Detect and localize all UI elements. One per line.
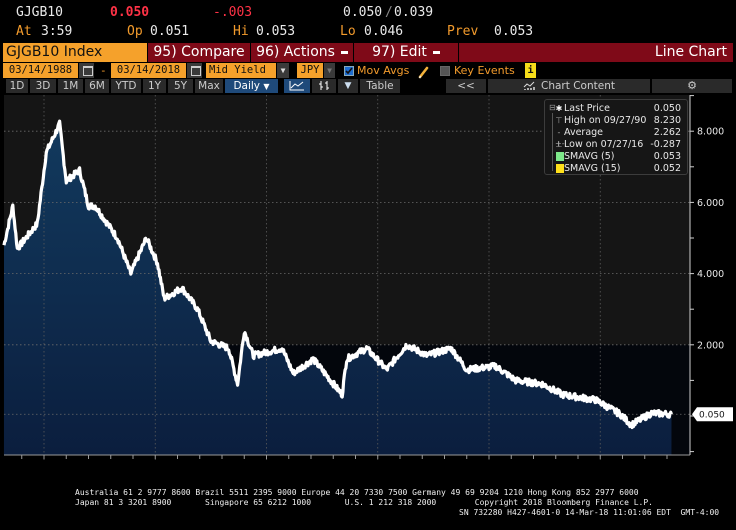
checkmark-icon: [345, 67, 353, 75]
chart-type-title: Line Chart: [459, 43, 733, 62]
y-tick-label: 8.000: [697, 127, 724, 138]
compare-button[interactable]: 95) Compare: [148, 43, 250, 62]
ask-price: 0.039: [394, 5, 434, 20]
chevron-down-icon: [432, 50, 440, 54]
prev-label: Prev: [447, 24, 479, 39]
currency-select[interactable]: JPY: [297, 63, 323, 78]
start-date-input[interactable]: 03/14/1988: [3, 63, 78, 78]
collapse-panel-button[interactable]: <<: [446, 79, 486, 93]
chart-mode-dropdown-icon[interactable]: ▼: [338, 79, 358, 93]
y-tick-label: 2.000: [697, 340, 724, 351]
bid-ask-separator: /: [385, 5, 393, 20]
at-time: 3:59: [41, 24, 73, 39]
y-tick-label: 4.000: [697, 269, 724, 280]
legend-row-high: ⊤ High on 09/27/90 8.230: [545, 115, 685, 126]
period-1d-button[interactable]: 1D: [6, 79, 28, 93]
field-select[interactable]: Mid Yield: [206, 63, 276, 78]
high-value: 0.053: [256, 24, 296, 39]
green-swatch-icon: [556, 152, 564, 161]
legend-row-smavg-15[interactable]: SMAVG (15) 0.052: [545, 163, 685, 174]
legend-label: SMAVG (5): [564, 151, 615, 162]
open-label: Op: [127, 24, 143, 39]
period-5y-button[interactable]: 5Y: [168, 79, 193, 93]
edit-label: 97) Edit: [372, 44, 427, 60]
calendar-icon[interactable]: [187, 63, 202, 78]
legend-value: 0.050: [653, 103, 681, 114]
average-line-icon: -+-: [555, 128, 565, 148]
date-separator: -: [100, 64, 107, 77]
legend-row-smavg-5[interactable]: SMAVG (5) 0.053: [545, 151, 685, 162]
period-1y-button[interactable]: 1Y: [143, 79, 166, 93]
info-icon[interactable]: i: [525, 63, 536, 78]
high-marker-icon: ⊤: [555, 116, 563, 125]
legend-value: 0.052: [653, 163, 681, 174]
yellow-swatch-icon: [556, 164, 564, 173]
legend-label: SMAVG (15): [564, 163, 621, 174]
footer-session-info: SN 732280 H427-4601-0 14-Mar-18 11:01:06…: [459, 508, 720, 517]
calendar-icon[interactable]: [79, 63, 94, 78]
line-chart-mode-button[interactable]: [284, 79, 310, 93]
gear-icon: ⚙: [687, 79, 697, 92]
legend-value: 0.053: [653, 151, 681, 162]
legend-label: High on 09/27/90: [564, 115, 647, 126]
footer-phone-line-2: Japan 81 3 3201 8900 Singapore 65 6212 1…: [75, 498, 653, 507]
chevron-down-icon: [340, 50, 348, 54]
chart-content-button[interactable]: Chart Content: [488, 79, 650, 93]
pencil-icon[interactable]: [418, 64, 430, 79]
compare-label: 95) Compare: [153, 44, 245, 60]
bar-chart-mode-button[interactable]: [312, 79, 336, 93]
legend-value: 8.230: [653, 115, 681, 126]
period-1m-button[interactable]: 1M: [58, 79, 83, 93]
actions-label: 96) Actions: [256, 44, 335, 60]
end-date-input[interactable]: 03/14/2018: [111, 63, 186, 78]
mov-avgs-label[interactable]: Mov Avgs: [357, 63, 409, 78]
line-chart-icon: [289, 81, 304, 91]
price-change: -.003: [213, 5, 253, 20]
y-tick-label: 6.000: [697, 198, 724, 209]
low-value: 0.046: [364, 24, 404, 39]
chart-legend: ⊟ ✱ Last Price 0.050 ⊤ High on 09/27/90 …: [544, 99, 688, 175]
prev-value: 0.053: [494, 24, 534, 39]
security-field[interactable]: GJGB10 Index: [3, 43, 147, 62]
high-label: Hi: [233, 24, 249, 39]
table-button[interactable]: Table: [360, 79, 400, 93]
currency-dropdown-icon[interactable]: ▼: [324, 63, 335, 78]
at-label: At: [16, 24, 32, 39]
key-events-label[interactable]: Key Events: [454, 63, 515, 78]
last-value-label: 0.050: [699, 411, 725, 421]
period-max-button[interactable]: Max: [195, 79, 223, 93]
asterisk-icon: ✱: [555, 104, 563, 113]
legend-row-average: -+- Average 2.262: [545, 127, 685, 148]
period-ytd-button[interactable]: YTD: [111, 79, 141, 93]
legend-label: Average: [564, 127, 604, 138]
ohlc-icon: [319, 81, 329, 90]
period-6m-button[interactable]: 6M: [85, 79, 109, 93]
open-value: 0.051: [150, 24, 190, 39]
low-marker-icon: ⊥: [555, 140, 563, 149]
ticker-symbol: GJGB10: [16, 5, 63, 20]
legend-label: Low on 07/27/16: [564, 139, 644, 150]
edit-menu[interactable]: 97) Edit: [354, 43, 458, 62]
key-events-checkbox[interactable]: [440, 66, 450, 76]
legend-row-low: ⊥ Low on 07/27/16 -0.287: [545, 139, 685, 150]
legend-label: Last Price: [564, 103, 610, 114]
legend-value: -0.287: [650, 139, 681, 150]
frequency-select[interactable]: Daily ▼: [225, 79, 278, 93]
mov-avgs-checkbox[interactable]: [344, 66, 354, 76]
chart-content-label: Chart Content: [541, 80, 615, 92]
field-dropdown-icon[interactable]: ▼: [277, 63, 289, 78]
last-price: 0.050: [110, 5, 150, 20]
legend-row-last-price: ✱ Last Price 0.050: [545, 103, 685, 114]
chart-content-icon: [523, 81, 535, 90]
settings-button[interactable]: ⚙: [652, 79, 732, 93]
period-3d-button[interactable]: 3D: [30, 79, 56, 93]
legend-value: 2.262: [653, 127, 681, 138]
frequency-label: Daily: [233, 80, 261, 92]
low-label: Lo: [340, 24, 356, 39]
actions-menu[interactable]: 96) Actions: [251, 43, 353, 62]
chevron-down-icon: ▼: [263, 82, 270, 91]
footer-phone-line-1: Australia 61 2 9777 8600 Brazil 5511 239…: [75, 488, 639, 497]
bid-price: 0.050: [343, 5, 383, 20]
